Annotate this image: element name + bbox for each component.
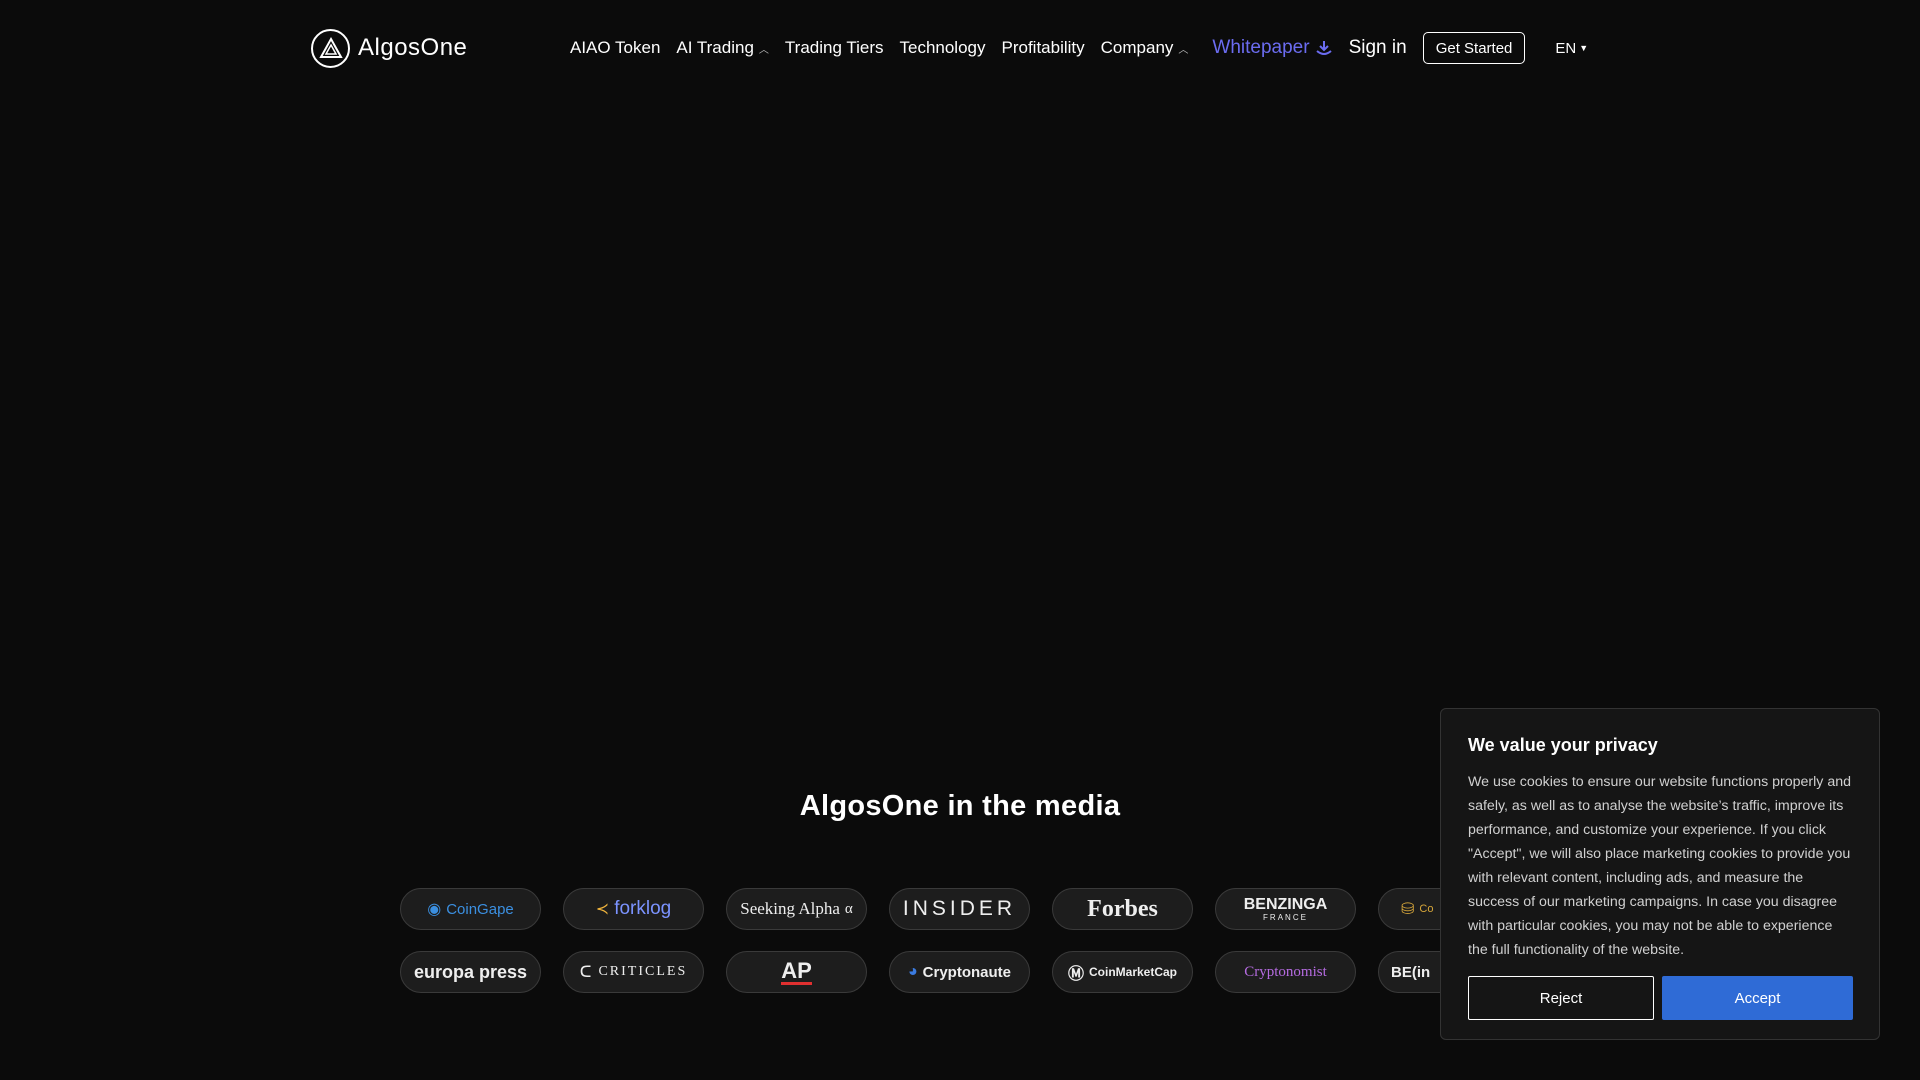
- language-label: EN: [1555, 39, 1577, 57]
- cookie-title: We value your privacy: [1468, 735, 1658, 755]
- alpha-icon: α: [844, 900, 853, 917]
- rocket-icon: ◕: [907, 963, 918, 980]
- media-logo-label: CoinMarketCap: [1089, 965, 1178, 979]
- nav-profitability[interactable]: Profitability: [1002, 38, 1085, 58]
- main-nav: AIAO Token AI Trading ︿ Trading Tiers Te…: [570, 32, 1588, 64]
- nav-whitepaper[interactable]: Whitepaper: [1212, 37, 1332, 59]
- media-logo-ap[interactable]: AP: [726, 951, 867, 993]
- language-selector[interactable]: EN ▼: [1555, 40, 1588, 57]
- get-started-button[interactable]: Get Started: [1422, 32, 1526, 64]
- chevron-up-icon: ︿: [1178, 44, 1189, 56]
- coin-stack-icon: ⛁: [1401, 901, 1415, 918]
- media-logo-coingape[interactable]: ◉ CoinGape: [400, 888, 541, 930]
- media-logo-label: europa press: [413, 961, 528, 982]
- media-logo-label: Cryptonaute: [922, 963, 1011, 981]
- nav-company-label: Company: [1100, 38, 1174, 57]
- site-header: AlgosOne AIAO Token AI Trading ︿ Trading…: [0, 0, 1920, 96]
- brand-logo[interactable]: AlgosOne: [311, 28, 467, 68]
- media-logo-label: INSIDER: [902, 897, 1017, 920]
- caret-down-icon: ▼: [1579, 43, 1589, 53]
- criticles-icon: ᑕ: [579, 964, 594, 981]
- media-logo-label: Seeking Alpha: [740, 899, 840, 918]
- media-logos: ◉ CoinGape ≺ forklog Seeking Alpha α INS…: [400, 888, 1440, 994]
- nav-trading-tiers[interactable]: Trading Tiers: [785, 38, 884, 58]
- nav-ai-trading-label: AI Trading: [676, 38, 754, 57]
- nav-company[interactable]: Company ︿: [1101, 38, 1189, 58]
- media-logo-label: CRITICLES: [598, 964, 688, 979]
- forklog-icon: ≺: [595, 901, 610, 918]
- media-logo-label: Co: [1419, 903, 1434, 915]
- media-logo-label: BENZINGA: [1243, 895, 1328, 913]
- media-logo-europa-press[interactable]: europa press: [400, 951, 541, 993]
- cookie-consent-dialog: We value your privacy We use cookies to …: [1440, 708, 1880, 1040]
- media-logo-label: CoinGape: [446, 900, 514, 918]
- coinmarketcap-icon: Ⓜ: [1067, 966, 1084, 983]
- media-logo-label: forklog: [614, 898, 672, 919]
- chevron-up-icon: ︿: [758, 44, 769, 56]
- media-logo-forbes[interactable]: Forbes: [1052, 888, 1193, 930]
- cookie-buttons: Reject Accept: [1468, 976, 1853, 1020]
- media-logo-label: Cryptonomist: [1244, 963, 1327, 980]
- media-logo-label: Forbes: [1087, 895, 1158, 922]
- media-logo-label: AP: [781, 957, 812, 985]
- media-logo-seeking-alpha[interactable]: Seeking Alpha α: [726, 888, 867, 930]
- media-logo-coin-partial[interactable]: ⛁ Co: [1378, 888, 1440, 930]
- media-logo-beincrypto-partial[interactable]: BE(in: [1378, 951, 1440, 993]
- benzinga-sub-label: FRANCE: [1263, 912, 1308, 922]
- nav-ai-trading[interactable]: AI Trading ︿: [676, 38, 769, 58]
- media-logo-benzinga[interactable]: BENZINGA FRANCE: [1215, 888, 1356, 930]
- media-logo-criticles[interactable]: ᑕ CRITICLES: [563, 951, 704, 993]
- media-logo-forklog[interactable]: ≺ forklog: [563, 888, 704, 930]
- media-logos-row: europa press ᑕ CRITICLES AP ◕ Cryptonaut…: [400, 951, 1440, 993]
- cookie-accept-button[interactable]: Accept: [1662, 976, 1853, 1020]
- algosone-logo-icon: [311, 28, 350, 68]
- media-logo-coinmarketcap[interactable]: Ⓜ CoinMarketCap: [1052, 951, 1193, 993]
- signin-link[interactable]: Sign in: [1349, 37, 1407, 59]
- media-logo-insider[interactable]: INSIDER: [889, 888, 1030, 930]
- cookie-reject-button[interactable]: Reject: [1468, 976, 1654, 1020]
- cookie-body-text: We use cookies to ensure our website fun…: [1468, 774, 1852, 958]
- brand-name: AlgosOne: [358, 34, 468, 61]
- download-icon: [1315, 41, 1332, 55]
- coingape-icon: ◉: [427, 901, 442, 918]
- media-logos-row: ◉ CoinGape ≺ forklog Seeking Alpha α INS…: [400, 888, 1440, 930]
- whitepaper-label: Whitepaper: [1212, 37, 1310, 58]
- media-logo-cryptonaute[interactable]: ◕ Cryptonaute: [889, 951, 1030, 993]
- nav-technology[interactable]: Technology: [899, 38, 985, 58]
- media-logo-label: BE(in: [1391, 963, 1431, 981]
- nav-aiao-token[interactable]: AIAO Token: [570, 38, 660, 58]
- media-logo-cryptonomist[interactable]: Cryptonomist: [1215, 951, 1356, 993]
